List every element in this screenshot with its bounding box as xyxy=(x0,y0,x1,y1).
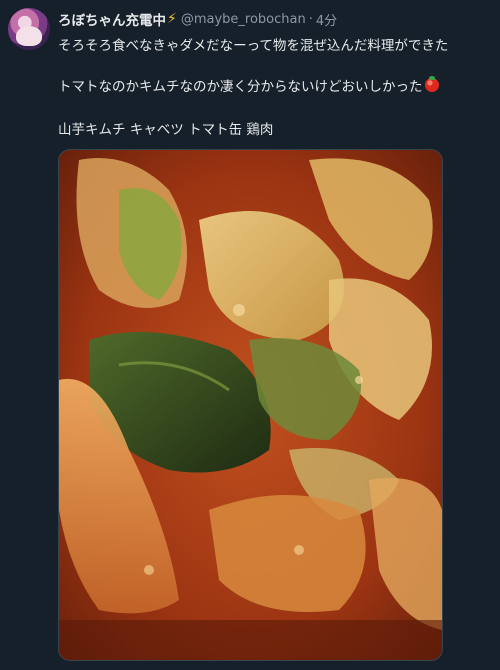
tweet-text-line-1: そろそろ食べなきゃダメだなーって物を混ぜ込んだ料理ができた xyxy=(58,38,449,54)
tweet-header: ろぼちゃん充電中 ⚡ @maybe_robochan · 4分 xyxy=(58,9,337,29)
tweet-text-line-3: 山芋キムチ キャベツ トマト缶 鶏肉 xyxy=(58,122,274,138)
tweet-text-line-2-text: トマトなのかキムチなのか凄く分からないけどおいしかった xyxy=(58,79,423,95)
separator: · xyxy=(308,11,313,27)
timestamp[interactable]: 4分 xyxy=(316,10,337,29)
food-photo-illustration xyxy=(59,150,442,660)
tweet-text-line-2: トマトなのかキムチなのか凄く分からないけどおいしかった xyxy=(58,75,439,95)
tweet-photo[interactable] xyxy=(58,149,443,661)
author-handle[interactable]: @maybe_robochan xyxy=(181,12,306,27)
lightning-bolt-icon: ⚡ xyxy=(167,11,177,27)
avatar[interactable] xyxy=(8,8,50,50)
tweet[interactable]: ろぼちゃん充電中 ⚡ @maybe_robochan · 4分 そろそろ食べなき… xyxy=(0,0,500,670)
author-name[interactable]: ろぼちゃん充電中 xyxy=(58,9,166,29)
tomato-icon xyxy=(424,76,439,92)
